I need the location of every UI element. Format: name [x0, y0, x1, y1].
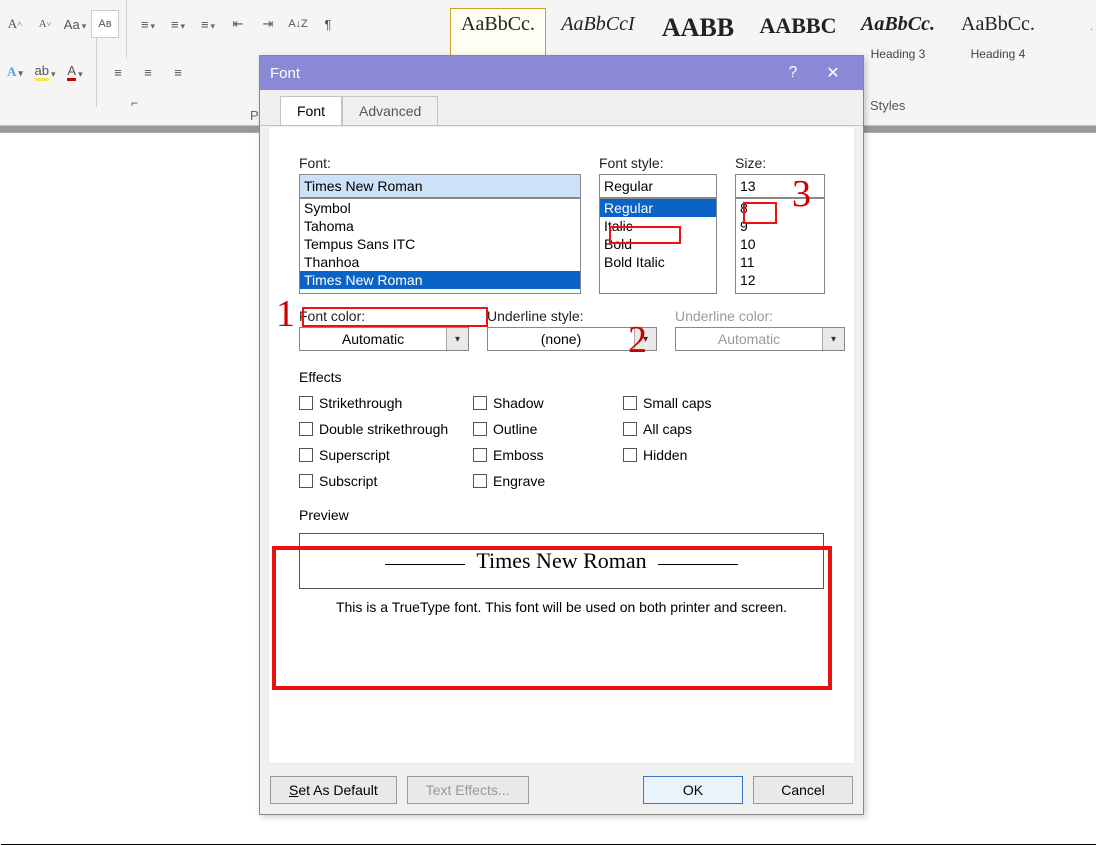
cancel-button[interactable]: Cancel [753, 776, 853, 804]
style-list-item[interactable]: Bold [600, 235, 716, 253]
size-list-item[interactable]: 12 [736, 271, 824, 289]
size-list-item[interactable]: 8 [736, 199, 824, 217]
font-dialog: Font ? ✕ Font Advanced Font: Symbol Taho… [259, 55, 864, 815]
help-button[interactable]: ? [773, 59, 813, 87]
ribbon-separator [126, 0, 127, 59]
chk-emboss[interactable]: Emboss [473, 447, 623, 463]
tab-advanced[interactable]: Advanced [342, 96, 438, 125]
font-size-label: Size: [735, 155, 825, 171]
chk-dbl-strikethrough[interactable]: Double strikethrough [299, 421, 473, 437]
chk-superscript[interactable]: Superscript [299, 447, 473, 463]
align-right-button[interactable]: ≡ [164, 58, 192, 86]
style-gallery-item[interactable]: AaBbCc. Heading 3 [850, 8, 946, 78]
chk-shadow[interactable]: Shadow [473, 395, 623, 411]
dialog-titlebar: Font ? ✕ [260, 56, 863, 90]
sort-button[interactable]: A↓Z [284, 10, 312, 38]
font-list-item[interactable]: Times New Roman [300, 271, 580, 289]
shrink-font-button[interactable]: A˅ [31, 10, 59, 38]
decrease-indent-button[interactable]: ⇤ [224, 10, 252, 38]
style-gallery-item[interactable]: A [1050, 8, 1092, 78]
preview-label: Preview [299, 507, 824, 523]
font-label: Font: [299, 155, 581, 171]
font-size-listbox[interactable]: 8 9 10 11 12 [735, 198, 825, 294]
chk-outline[interactable]: Outline [473, 421, 623, 437]
font-color-button[interactable]: A [61, 58, 89, 86]
numbering-button[interactable]: ≡ [164, 10, 192, 38]
tabpage-font: Font: Symbol Tahoma Tempus Sans ITC Than… [268, 126, 855, 764]
font-list-item[interactable]: Tahoma [300, 217, 580, 235]
text-effects-button[interactable]: A [1, 58, 29, 86]
style-list-item[interactable]: Regular [600, 199, 716, 217]
show-hide-button[interactable]: ¶ [314, 10, 342, 38]
style-gallery-item[interactable]: AaBbCc. Heading 4 [950, 8, 1046, 78]
set-default-button[interactable]: Set As Default [270, 776, 397, 804]
tab-font[interactable]: Font [280, 96, 342, 125]
preview-box: Times New Roman [299, 533, 824, 589]
dialog-launcher-icon[interactable]: ⌐ [18, 96, 138, 110]
chk-subscript[interactable]: Subscript [299, 473, 473, 489]
multilevel-list-button[interactable]: ≡ [194, 10, 222, 38]
dialog-tabstrip: Font Advanced [260, 96, 863, 126]
styles-group-label: Styles [870, 98, 905, 113]
font-list-item[interactable]: Symbol [300, 199, 580, 217]
size-list-item[interactable]: 9 [736, 217, 824, 235]
chevron-down-icon: ▾ [822, 328, 844, 350]
underline-style-label: Underline style: [487, 308, 657, 324]
chk-strikethrough[interactable]: Strikethrough [299, 395, 473, 411]
chevron-down-icon: ▾ [446, 328, 468, 350]
font-list-item[interactable]: Tempus Sans ITC [300, 235, 580, 253]
font-style-listbox[interactable]: Regular Italic Bold Bold Italic [599, 198, 717, 294]
size-list-item[interactable]: 11 [736, 253, 824, 271]
chk-hidden[interactable]: Hidden [623, 447, 763, 463]
align-left-button[interactable]: ≡ [104, 58, 132, 86]
style-list-item[interactable]: Bold Italic [600, 253, 716, 271]
font-size-input[interactable] [735, 174, 825, 198]
change-case-button[interactable]: Aa [61, 10, 89, 38]
font-listbox[interactable]: Symbol Tahoma Tempus Sans ITC Thanhoa Ti… [299, 198, 581, 294]
grow-font-button[interactable]: A˄ [1, 10, 29, 38]
preview-note: This is a TrueType font. This font will … [299, 599, 824, 615]
style-list-item[interactable]: Italic [600, 217, 716, 235]
underline-color-label: Underline color: [675, 308, 845, 324]
chk-engrave[interactable]: Engrave [473, 473, 623, 489]
font-color-combo[interactable]: Automatic▾ [299, 327, 469, 351]
dialog-footer: Set As Default Text Effects... OK Cancel [270, 776, 853, 804]
chk-small-caps[interactable]: Small caps [623, 395, 763, 411]
align-center-button[interactable]: ≡ [134, 58, 162, 86]
preview-text: Times New Roman [476, 548, 646, 573]
effects-label: Effects [299, 369, 824, 385]
font-list-item[interactable]: Thanhoa [300, 253, 580, 271]
dialog-title: Font [270, 65, 773, 82]
text-effects-button: Text Effects... [407, 776, 529, 804]
underline-color-combo: Automatic▾ [675, 327, 845, 351]
chk-all-caps[interactable]: All caps [623, 421, 763, 437]
font-style-label: Font style: [599, 155, 717, 171]
increase-indent-button[interactable]: ⇥ [254, 10, 282, 38]
font-input[interactable] [299, 174, 581, 198]
font-style-input[interactable] [599, 174, 717, 198]
bullets-button[interactable]: ≡ [134, 10, 162, 38]
ok-button[interactable]: OK [643, 776, 743, 804]
underline-style-combo[interactable]: (none)▾ [487, 327, 657, 351]
close-button[interactable]: ✕ [813, 59, 853, 87]
chevron-down-icon: ▾ [634, 328, 656, 350]
clear-formatting-button[interactable]: Aʙ [91, 10, 119, 38]
font-color-label: Font color: [299, 308, 469, 324]
group-label-truncated: P [250, 108, 259, 123]
size-list-item[interactable]: 10 [736, 235, 824, 253]
highlight-button[interactable]: ab [31, 58, 59, 86]
